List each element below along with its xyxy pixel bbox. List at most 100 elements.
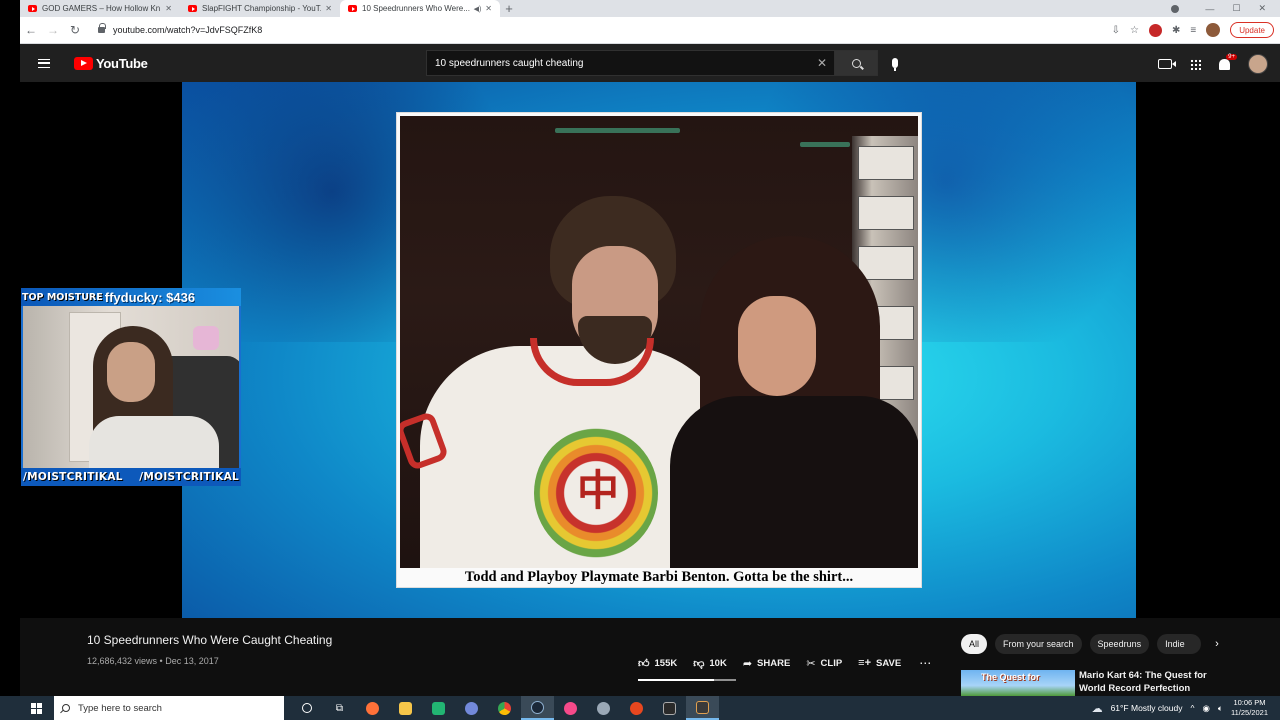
overlay-bottom-bar: /MOISTCRITIKAL /MOISTCRITIKAL xyxy=(21,468,241,486)
back-arrow-icon[interactable]: ← xyxy=(20,23,42,37)
lock-icon[interactable] xyxy=(98,23,106,33)
install-app-icon[interactable]: ⇩ xyxy=(1112,25,1120,36)
clip-button[interactable]: ✂ CLIP xyxy=(806,657,842,670)
like-button[interactable]: 👍︎ 155K xyxy=(638,657,677,670)
weather-text[interactable]: 61°F Mostly cloudy xyxy=(1111,703,1183,713)
chip-speedruns[interactable]: Speedruns xyxy=(1089,634,1150,654)
task-view-button[interactable]: ⧉ xyxy=(323,696,356,720)
webcam-plush xyxy=(193,326,219,350)
cortana-button[interactable] xyxy=(290,696,323,720)
epic-games-icon xyxy=(663,701,676,715)
app-gray[interactable] xyxy=(587,696,620,720)
dislike-button[interactable]: 👎︎ 10K xyxy=(693,657,727,670)
epic-games-app[interactable] xyxy=(653,696,686,720)
youtube-logo-text: YouTube xyxy=(96,55,148,71)
app-green[interactable] xyxy=(422,696,455,720)
system-tray: ☁ 61°F Mostly cloudy ^ ◉ 🔈︎ 10:06 PM 11/… xyxy=(1092,698,1280,718)
reading-list-icon[interactable]: ≡ xyxy=(1190,25,1196,36)
network-icon[interactable]: ◉ xyxy=(1202,703,1209,714)
weather-cloud-icon[interactable]: ☁ xyxy=(1092,702,1103,715)
discord-app[interactable] xyxy=(455,696,488,720)
file-explorer-app[interactable] xyxy=(389,696,422,720)
browser-tab-god-gamers[interactable]: GOD GAMERS – How Hollow Kn... ✕ xyxy=(20,0,180,17)
obs-app[interactable] xyxy=(620,696,653,720)
tab-title: SlapFIGHT Championship - YouT... xyxy=(202,4,322,13)
browser-tab-speedrunners[interactable]: 10 Speedrunners Who Were... ◀) ✕ xyxy=(340,0,500,17)
game-box xyxy=(858,246,914,280)
chevron-right-icon[interactable]: › xyxy=(1215,638,1219,650)
cortana-circle-icon xyxy=(301,703,312,713)
search-button[interactable] xyxy=(834,50,878,76)
recommended-thumbnail[interactable]: The Quest for xyxy=(961,670,1075,696)
reload-icon[interactable]: ↻ xyxy=(64,23,86,37)
close-tab-icon[interactable]: ✕ xyxy=(485,4,492,13)
apps-grid-icon[interactable] xyxy=(1190,58,1201,70)
browser-tab-strip: GOD GAMERS – How Hollow Kn... ✕ SlapFIGH… xyxy=(20,0,1280,17)
clear-search-icon[interactable]: ✕ xyxy=(810,50,834,76)
video-meta: 12,686,432 views • Dec 13, 2017 xyxy=(87,656,219,666)
youtube-logo[interactable]: YouTube xyxy=(74,56,148,71)
save-button[interactable]: ≡+ SAVE xyxy=(858,657,901,669)
video-title: 10 Speedrunners Who Were Caught Cheating xyxy=(87,633,333,647)
shirt-emblem: 中 xyxy=(576,466,619,515)
steam-app[interactable] xyxy=(521,696,554,720)
steam-icon xyxy=(531,700,544,714)
new-tab-button[interactable]: + xyxy=(500,0,518,17)
update-button[interactable]: Update xyxy=(1230,22,1274,38)
recommended-title[interactable]: Mario Kart 64: The Quest for World Recor… xyxy=(1079,669,1229,695)
address-bar[interactable]: youtube.com/watch?v=JdvFSQFZfK8 xyxy=(92,20,1102,40)
create-video-icon[interactable] xyxy=(1158,59,1176,69)
like-ratio-fill xyxy=(638,679,715,681)
start-button[interactable] xyxy=(24,696,48,720)
close-tab-icon[interactable]: ✕ xyxy=(325,4,332,13)
share-button[interactable]: ➦ SHARE xyxy=(743,657,790,670)
chip-indie[interactable]: Indie xyxy=(1157,634,1202,654)
chrome-app[interactable] xyxy=(488,696,521,720)
chrome-icon xyxy=(498,701,511,715)
volume-icon[interactable]: 🔈︎ xyxy=(1218,703,1223,714)
taskbar-search-placeholder: Type here to search xyxy=(78,702,162,714)
overlay-handle-right: /MOISTCRITIKAL xyxy=(139,471,239,483)
photo-caption: Todd and Playboy Playmate Barbi Benton. … xyxy=(464,569,854,585)
chip-all[interactable]: All xyxy=(961,634,988,654)
chip-from-your-search[interactable]: From your search xyxy=(995,634,1082,654)
close-window-icon[interactable]: ✕ xyxy=(1258,3,1266,14)
minimize-icon[interactable]: — xyxy=(1205,4,1214,14)
woman-face xyxy=(738,296,816,396)
taskbar-clock[interactable]: 10:06 PM 11/25/2021 xyxy=(1231,698,1268,718)
left-black-strip xyxy=(0,0,20,696)
microphone-icon[interactable] xyxy=(892,58,898,71)
extensions-puzzle-icon[interactable]: ✱ xyxy=(1172,25,1180,36)
itunes-app[interactable] xyxy=(554,696,587,720)
firefox-app[interactable] xyxy=(356,696,389,720)
audio-playing-icon[interactable]: ◀) xyxy=(474,5,482,13)
forward-arrow-icon[interactable]: → xyxy=(42,23,64,37)
profile-menu-icon[interactable] xyxy=(1171,4,1180,13)
maximize-icon[interactable]: ☐ xyxy=(1232,3,1240,14)
search-bar: 10 speedrunners caught cheating ✕ xyxy=(426,50,898,76)
window-controls: — ☐ ✕ xyxy=(1171,0,1280,17)
gray-app-icon xyxy=(597,701,610,715)
more-actions-icon[interactable]: ⋯ xyxy=(919,656,931,670)
profile-avatar-icon[interactable] xyxy=(1206,23,1221,37)
taskbar-search-box[interactable]: Type here to search xyxy=(54,696,284,720)
search-input[interactable]: 10 speedrunners caught cheating xyxy=(426,50,810,76)
browser-tab-slapfight[interactable]: SlapFIGHT Championship - YouT... ✕ xyxy=(180,0,340,17)
tab-title: GOD GAMERS – How Hollow Kn... xyxy=(42,4,162,13)
thumbs-down-icon: 👎︎ xyxy=(693,657,705,670)
close-tab-icon[interactable]: ✕ xyxy=(165,4,172,13)
account-avatar[interactable] xyxy=(1248,54,1268,74)
hamburger-menu-icon[interactable] xyxy=(38,58,50,68)
bookmark-star-icon[interactable]: ☆ xyxy=(1130,25,1139,36)
task-view-icon: ⧉ xyxy=(335,702,344,714)
screen: GOD GAMERS – How Hollow Kn... ✕ SlapFIGH… xyxy=(0,0,1280,720)
ceiling-light xyxy=(555,128,680,133)
streamlabs-app[interactable] xyxy=(686,696,719,720)
webcam-overlay: TOP MOISTURE ffyducky: $436 /MOISTCRITIK… xyxy=(21,288,241,486)
firefox-icon xyxy=(366,701,379,715)
notifications-bell-icon[interactable]: 9+ xyxy=(1219,53,1237,70)
extension-badge-icon[interactable] xyxy=(1148,23,1162,37)
tray-expand-icon[interactable]: ^ xyxy=(1190,703,1194,713)
clock-time: 10:06 PM xyxy=(1233,698,1266,707)
webcam-video xyxy=(21,306,241,468)
